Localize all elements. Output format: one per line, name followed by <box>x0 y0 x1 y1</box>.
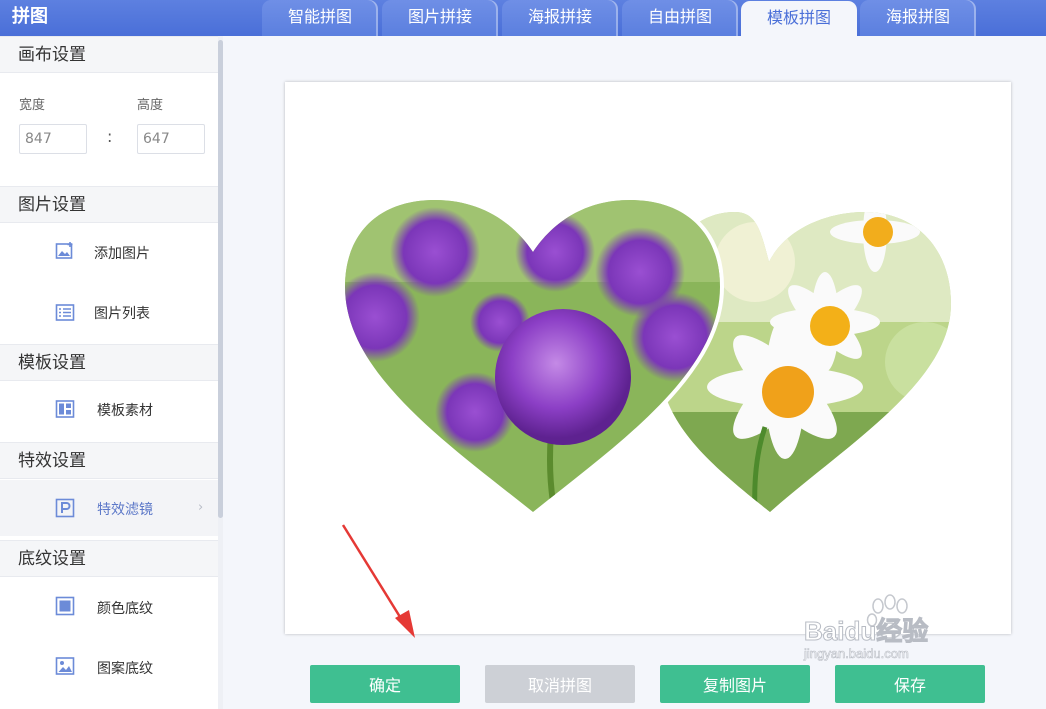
menu-effect-filter[interactable]: 特效滤镜 › <box>0 480 218 536</box>
section-effect-settings: 特效设置 <box>0 442 218 479</box>
section-canvas-settings: 画布设置 <box>0 36 218 73</box>
menu-label: 模板素材 <box>97 403 153 419</box>
menu-add-image[interactable]: 添加图片 <box>0 226 218 282</box>
size-separator: : <box>107 127 113 146</box>
tab-template-collage[interactable]: 模板拼图 <box>741 1 857 36</box>
tab-free-collage[interactable]: 自由拼图 <box>622 0 738 36</box>
sidebar-scrollbar[interactable] <box>218 36 223 709</box>
cancel-collage-button[interactable]: 取消拼图 <box>485 665 635 703</box>
menu-color-texture[interactable]: 颜色底纹 <box>0 579 218 635</box>
menu-label: 图片列表 <box>94 306 150 322</box>
app-title: 拼图 <box>12 6 48 27</box>
confirm-button[interactable]: 确定 <box>310 665 460 703</box>
allium-heart-image <box>345 200 720 512</box>
menu-label: 添加图片 <box>94 246 150 262</box>
tab-poster-collage[interactable]: 海报拼图 <box>860 0 976 36</box>
copy-image-button[interactable]: 复制图片 <box>660 665 810 703</box>
menu-image-list[interactable]: 图片列表 <box>0 286 218 342</box>
annotation-arrow <box>341 524 415 638</box>
chevron-right-icon: › <box>198 500 204 515</box>
width-input[interactable] <box>19 124 87 154</box>
top-bar: 拼图 智能拼图 图片拼接 海报拼接 自由拼图 模板拼图 海报拼图 <box>0 0 1046 36</box>
tab-smart-collage[interactable]: 智能拼图 <box>262 0 378 36</box>
section-texture-settings: 底纹设置 <box>0 540 218 577</box>
list-icon <box>55 304 75 321</box>
section-image-settings: 图片设置 <box>0 186 218 223</box>
filter-icon <box>55 498 75 518</box>
pattern-image-icon <box>55 657 75 675</box>
scrollbar-thumb[interactable] <box>218 40 223 518</box>
section-template-settings: 模板设置 <box>0 344 218 381</box>
height-input[interactable] <box>137 124 205 154</box>
sidebar: 画布设置 宽度 高度 : 图片设置 添加图片 图片列表 模板设置 模板素材 特效… <box>0 36 218 709</box>
menu-template-material[interactable]: 模板素材 <box>0 383 218 439</box>
add-image-icon <box>55 242 73 259</box>
height-label: 高度 <box>137 98 164 113</box>
width-label: 宽度 <box>19 98 46 113</box>
color-square-icon <box>55 596 75 616</box>
template-icon <box>55 400 75 418</box>
menu-pattern-texture[interactable]: 图案底纹 <box>0 639 218 695</box>
save-button[interactable]: 保存 <box>835 665 985 703</box>
tab-image-stitch[interactable]: 图片拼接 <box>382 0 498 36</box>
menu-label: 颜色底纹 <box>97 601 153 617</box>
menu-label: 特效滤镜 <box>97 502 153 518</box>
menu-label: 图案底纹 <box>97 661 153 677</box>
tab-poster-stitch[interactable]: 海报拼接 <box>502 0 618 36</box>
watermark-url: jingyan.baidu.com <box>803 646 909 661</box>
